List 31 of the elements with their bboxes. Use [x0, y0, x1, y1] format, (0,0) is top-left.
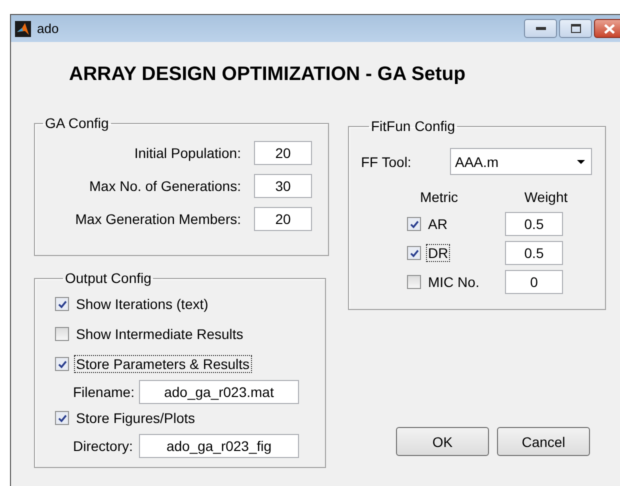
dialog-button[interactable]: OK — [396, 427, 489, 456]
column-header: Weight — [523, 189, 569, 207]
checkbox-label[interactable]: Store Parameters & Results — [74, 355, 252, 373]
panel-title: Output Config — [64, 270, 152, 286]
input-field[interactable]: ado_ga_r023.mat — [139, 380, 299, 404]
checkbox-label[interactable]: Store Figures/Plots — [74, 409, 198, 427]
column-header: Metric — [418, 189, 460, 207]
checkbox-label[interactable]: DR — [426, 244, 450, 262]
panel-title: GA Config — [44, 115, 110, 131]
window-title: ado — [37, 21, 59, 36]
checkbox-label[interactable]: Show Intermediate Results — [74, 325, 246, 343]
weight-field[interactable]: 0.5 — [505, 212, 563, 236]
checkbox-label[interactable]: MIC No. — [426, 273, 482, 291]
field-label: Filename: — [73, 384, 136, 400]
field-label: Initial Population: — [134, 145, 241, 161]
dropdown[interactable]: AAA.m — [450, 148, 592, 175]
field-label: FF Tool: — [361, 154, 412, 170]
field-label: Max No. of Generations: — [89, 178, 241, 194]
weight-field[interactable]: 0.5 — [505, 241, 563, 265]
input-field[interactable]: 20 — [254, 141, 312, 165]
weight-field[interactable]: 0 — [505, 270, 563, 294]
checkbox-label[interactable]: AR — [426, 215, 450, 233]
field-label: Directory: — [73, 438, 134, 454]
input-field[interactable]: 20 — [254, 207, 312, 231]
dialog-heading: ARRAY DESIGN OPTIMIZATION - GA Setup — [69, 63, 467, 87]
checkbox-label[interactable]: Show Iterations (text) — [74, 295, 210, 313]
input-field[interactable]: ado_ga_r023_fig — [139, 434, 299, 458]
field-label: Max Generation Members: — [75, 211, 241, 227]
panel-title: FitFun Config — [370, 118, 456, 134]
input-field[interactable]: 30 — [254, 174, 312, 198]
dialog-button[interactable]: Cancel — [497, 427, 590, 456]
